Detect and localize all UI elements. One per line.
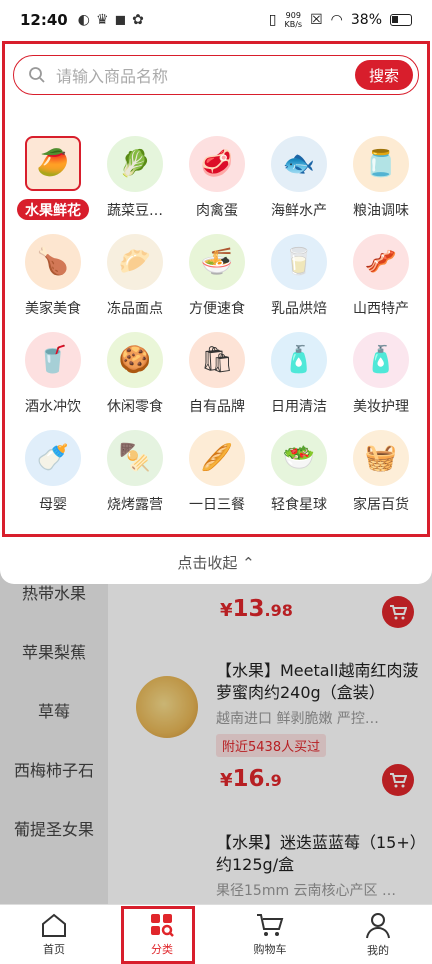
crown-icon: ♛ <box>95 12 109 28</box>
status-right: ▯ 909 KB/s ☒ ◠ 38% <box>269 11 412 29</box>
chevron-up-icon: ⌃ <box>242 554 255 572</box>
category-icon <box>151 914 174 937</box>
tab-cart[interactable]: 购物车 <box>216 905 324 964</box>
cart-icon <box>257 914 284 936</box>
status-notification-icons: ◐ ♛ ◼ ✿ <box>78 12 144 28</box>
status-bar: 12:40 ◐ ♛ ◼ ✿ ▯ 909 KB/s ☒ ◠ 38% <box>0 0 432 40</box>
tab-profile[interactable]: 我的 <box>324 905 432 964</box>
collapse-button[interactable]: 点击收起 ⌃ <box>0 552 432 573</box>
status-time: 12:40 <box>20 11 68 29</box>
popup-highlight-frame <box>2 41 430 537</box>
paw-icon: ✿ <box>132 12 144 28</box>
battery-percent: 38% <box>350 12 382 28</box>
tab-category[interactable]: 分类 <box>108 905 216 964</box>
wifi-icon: ◠ <box>330 12 343 28</box>
tab-home[interactable]: 首页 <box>0 905 108 964</box>
bottom-tab-bar: 首页 分类 购物车 我的 <box>0 904 432 964</box>
profile-icon <box>366 913 390 939</box>
home-icon <box>42 913 66 937</box>
app-notification-icon: ◼ <box>114 12 127 28</box>
no-sim-icon: ☒ <box>310 12 323 28</box>
vibrate-icon: ▯ <box>268 12 277 28</box>
battery-icon <box>390 14 412 26</box>
net-speed: 909 KB/s <box>284 11 303 29</box>
app-notification-icon: ◐ <box>77 12 90 28</box>
